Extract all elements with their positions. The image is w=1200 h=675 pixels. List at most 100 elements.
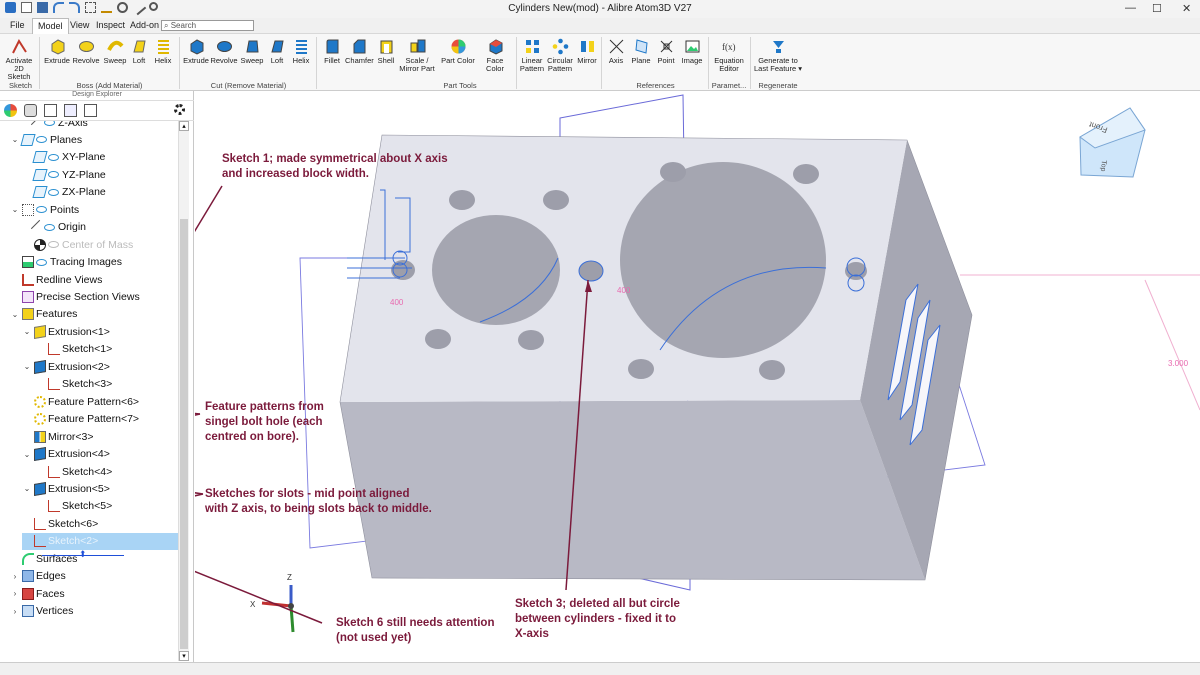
visibility-eye-icon[interactable] <box>36 136 47 144</box>
window-title: Cylinders New(mod) - Alibre Atom3D V27 <box>508 3 692 14</box>
tree-item[interactable]: ⌄ Planes <box>10 131 82 148</box>
tree-item[interactable]: Feature Pattern<6> <box>22 393 139 410</box>
scale-mirror-part-button[interactable]: Scale / Mirror Part <box>398 36 436 73</box>
tree-item[interactable]: XY-Plane <box>22 149 105 166</box>
tree-item[interactable]: › Faces <box>10 585 65 602</box>
visibility-eye-icon[interactable] <box>36 258 47 266</box>
tree-item[interactable]: Sketch<6> <box>22 515 98 532</box>
visibility-eye-icon[interactable] <box>48 241 59 249</box>
close-button[interactable]: ✕ <box>1182 2 1191 15</box>
visibility-eye-icon[interactable] <box>48 188 59 196</box>
visibility-eye-icon[interactable] <box>48 171 59 179</box>
tree-item-label: Mirror<3> <box>48 430 94 443</box>
tree-item[interactable]: Sketch<5> <box>36 498 112 515</box>
expand-chevron-icon[interactable]: › <box>10 607 20 616</box>
shell-button[interactable]: Shell <box>374 36 398 65</box>
expand-chevron-icon[interactable]: › <box>10 589 20 598</box>
tree-item[interactable]: ⌄ Extrusion<4> <box>22 446 110 463</box>
activate-2d-sketch-button[interactable]: Activate 2D Sketch <box>3 36 35 81</box>
circular-pattern-button[interactable]: Circular Pattern <box>546 36 574 73</box>
tree-item[interactable]: ⌄ Points <box>10 201 79 218</box>
cut-loft-button[interactable]: Loft <box>266 36 288 65</box>
tree-item[interactable]: Sketch<2> <box>22 532 178 550</box>
cut-extrude-button[interactable]: Extrude <box>182 36 210 65</box>
expand-chevron-icon[interactable]: ⌄ <box>22 450 32 459</box>
tree-item[interactable]: ⌄ Features <box>10 306 77 323</box>
tree-item[interactable]: Center of Mass <box>22 236 133 253</box>
axis-button[interactable]: Axis <box>605 36 627 65</box>
tree-item[interactable]: YZ-Plane <box>22 166 106 183</box>
face-color-button[interactable]: Face Color <box>477 36 513 73</box>
boss-revolve-button[interactable]: Revolve <box>72 36 100 65</box>
boss-sweep-button[interactable]: Sweep <box>101 36 129 65</box>
expand-chevron-icon[interactable]: › <box>10 572 20 581</box>
tree-item[interactable]: Z-Axis <box>22 121 88 131</box>
visibility-eye-icon[interactable] <box>36 206 47 214</box>
maximize-button[interactable]: ☐ <box>1152 2 1162 15</box>
tree-item[interactable]: Mirror<3> <box>22 428 94 445</box>
fillet-button[interactable]: Fillet <box>320 36 344 65</box>
boss-loft-button[interactable]: Loft <box>128 36 150 65</box>
boss-extrude-button[interactable]: Extrude <box>43 36 71 65</box>
expand-chevron-icon[interactable]: ⌄ <box>22 484 32 493</box>
tree-item[interactable]: ⌄ Extrusion<2> <box>22 358 110 375</box>
linear-pattern-button[interactable]: Linear Pattern <box>518 36 546 73</box>
tab-file[interactable]: File <box>10 20 25 30</box>
cut-helix-button[interactable]: Helix <box>289 36 313 65</box>
tree-item[interactable]: Feature Pattern<7> <box>22 411 139 428</box>
tree-item[interactable]: Tracing Images <box>10 254 122 271</box>
rollback-handle-icon[interactable]: ⬍ <box>79 549 87 560</box>
scroll-down-arrow[interactable]: ▾ <box>179 651 189 661</box>
tab-model[interactable]: Model <box>32 18 69 34</box>
tree-view-icon[interactable] <box>64 104 77 117</box>
equation-editor-button[interactable]: f(x) Equation Editor <box>711 36 747 73</box>
expand-chevron-icon[interactable]: ⌄ <box>10 135 20 144</box>
filter-icon[interactable] <box>44 104 57 117</box>
tab-inspect[interactable]: Inspect <box>96 20 125 30</box>
scroll-up-arrow[interactable]: ▴ <box>179 121 189 131</box>
visibility-eye-icon[interactable] <box>44 223 55 231</box>
tree-scrollbar[interactable]: ▴ ▾ <box>178 121 189 661</box>
collapse-icon[interactable] <box>84 104 97 117</box>
minimize-button[interactable]: — <box>1125 2 1136 14</box>
rollback-marker[interactable]: ⬍ <box>42 549 124 565</box>
tab-view[interactable]: View <box>70 20 89 30</box>
tree-item[interactable]: ⌄ Extrusion<5> <box>22 480 110 497</box>
boss-helix-button[interactable]: Helix <box>151 36 175 65</box>
visibility-eye-icon[interactable] <box>44 121 55 126</box>
3d-viewport[interactable]: 400 400 3.000 Front Top Z X Sketch 1; ma… <box>195 91 1200 662</box>
tree-item[interactable]: Sketch<4> <box>36 463 112 480</box>
tree-item[interactable]: ⌄ Extrusion<1> <box>22 323 110 340</box>
search-input[interactable]: ⌕ Search <box>161 20 254 31</box>
tree-item-label: Extrusion<1> <box>48 325 110 338</box>
tree-item[interactable]: › Edges <box>10 568 66 585</box>
tree-item[interactable]: Origin <box>22 219 86 236</box>
plane-button[interactable]: Plane <box>629 36 653 65</box>
tree-item[interactable]: Sketch<1> <box>36 341 112 358</box>
generate-last-feature-button[interactable]: Generate to Last Feature ▾ <box>752 36 804 73</box>
expand-chevron-icon[interactable]: ⌄ <box>22 327 32 336</box>
view-cube[interactable]: Front Top <box>1079 107 1146 178</box>
expand-chevron-icon[interactable]: ⌄ <box>10 205 20 214</box>
image-button[interactable]: Image <box>679 36 705 65</box>
gear-icon[interactable] <box>174 104 185 115</box>
tree-item[interactable]: Precise Section Views <box>10 289 140 306</box>
point-button[interactable]: Point <box>655 36 677 65</box>
tree-item[interactable]: ZX-Plane <box>22 184 106 201</box>
cut-revolve-button[interactable]: Revolve <box>210 36 238 65</box>
tree-item[interactable]: › Vertices <box>10 603 73 620</box>
part-color-button[interactable]: Part Color <box>441 36 475 65</box>
plane-icon <box>32 186 48 199</box>
display-mode-icon[interactable] <box>24 104 37 117</box>
cut-sweep-button[interactable]: Sweep <box>239 36 265 65</box>
tree-item[interactable]: Sketch<3> <box>36 376 112 393</box>
mirror-button[interactable]: Mirror <box>576 36 598 65</box>
scroll-thumb[interactable] <box>180 219 188 649</box>
expand-chevron-icon[interactable]: ⌄ <box>22 362 32 371</box>
color-wheel-icon[interactable] <box>4 104 17 117</box>
tree-item[interactable]: Redline Views <box>10 271 102 288</box>
tab-addon[interactable]: Add-on <box>130 20 159 30</box>
visibility-eye-icon[interactable] <box>48 153 59 161</box>
expand-chevron-icon[interactable]: ⌄ <box>10 310 20 319</box>
chamfer-button[interactable]: Chamfer <box>345 36 374 65</box>
